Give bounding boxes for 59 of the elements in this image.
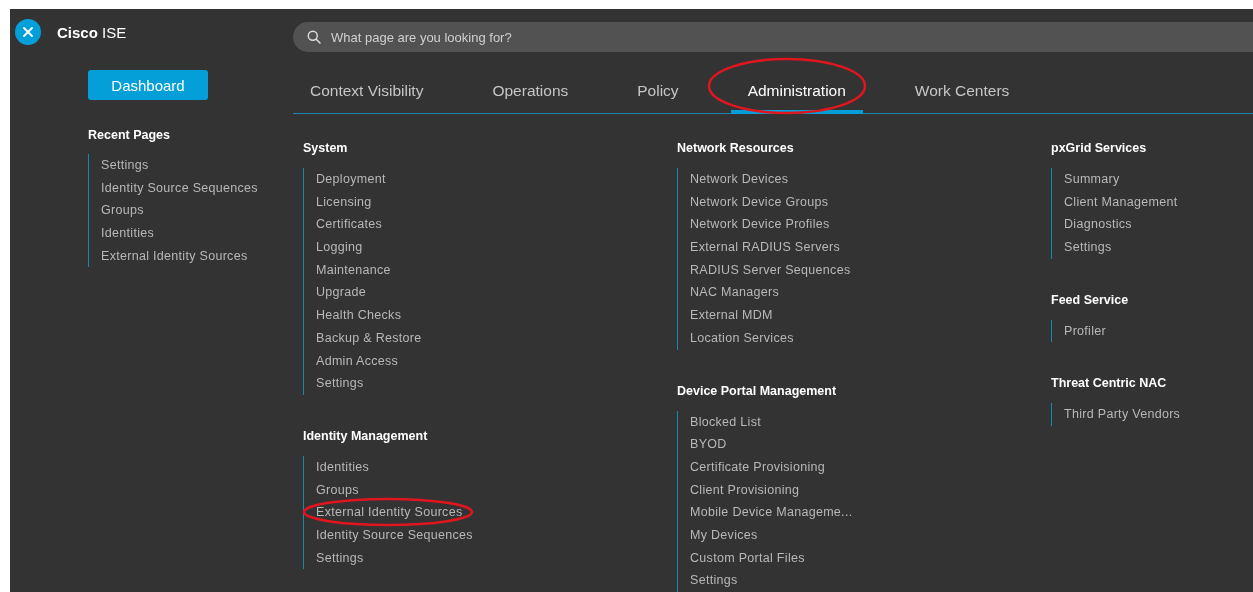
menu-link[interactable]: Settings <box>316 372 364 395</box>
menu-link[interactable]: Certificates <box>316 213 383 237</box>
app-title: Cisco ISE <box>57 23 127 41</box>
close-button[interactable] <box>15 19 41 45</box>
recent-page-link[interactable]: External Identity Sources <box>101 244 248 268</box>
close-icon <box>22 26 34 38</box>
menu-link[interactable]: Upgrade <box>316 281 367 305</box>
menu-link[interactable]: Deployment <box>316 168 386 191</box>
nav-tab[interactable]: Policy <box>620 82 696 114</box>
section-heading: Network Resources <box>677 141 795 156</box>
menu-link[interactable]: Certificate Provisioning <box>690 455 826 479</box>
menu-link[interactable]: Summary <box>1064 168 1120 191</box>
menu-link[interactable]: Third Party Vendors <box>1064 403 1181 427</box>
menu-link[interactable]: Settings <box>316 546 364 570</box>
section-heading: Threat Centric NAC <box>1051 376 1168 392</box>
menu-link[interactable]: NAC Managers <box>690 281 780 305</box>
menu-link[interactable]: Settings <box>1064 236 1112 259</box>
search-field[interactable]: What page are you looking for? <box>293 22 1253 52</box>
menu-link[interactable]: Backup & Restore <box>316 326 422 350</box>
section-heading: Feed Service <box>1051 292 1130 308</box>
menu-link[interactable]: Client Provisioning <box>690 478 800 502</box>
menu-link[interactable]: Location Services <box>690 326 794 350</box>
menu-link[interactable]: Blocked List <box>690 410 761 434</box>
menu-link[interactable]: RADIUS Server Sequences <box>690 258 851 282</box>
menu-link[interactable]: Admin Access <box>316 349 399 373</box>
menu-link[interactable]: BYOD <box>690 433 727 456</box>
menu-link[interactable]: Diagnostics <box>1064 213 1132 237</box>
menu-link[interactable]: Client Management <box>1064 190 1178 214</box>
nav-tab[interactable]: Context Visibility <box>293 82 441 114</box>
recent-page-link[interactable]: Identity Source Sequences <box>101 176 258 200</box>
search-input[interactable]: What page are you looking for? <box>329 28 1253 46</box>
menu-link[interactable]: Network Devices <box>690 168 789 191</box>
menu-link[interactable]: Health Checks <box>316 304 402 327</box>
section-heading: System <box>303 141 349 156</box>
menu-link[interactable]: Profiler <box>1064 319 1106 343</box>
menu-link[interactable]: Identities <box>316 455 370 479</box>
menu-link[interactable]: Maintenance <box>316 258 391 282</box>
menu-link[interactable]: External MDM <box>690 304 773 327</box>
menu-link[interactable]: Licensing <box>316 190 372 214</box>
nav-tab[interactable]: Operations <box>475 82 586 114</box>
menu-link[interactable]: Network Device Groups <box>690 190 829 214</box>
menu-link[interactable]: Groups <box>316 478 359 502</box>
section-heading: Identity Management <box>303 428 429 444</box>
menu-link[interactable]: Mobile Device Manageme... <box>690 501 853 524</box>
recent-page-link[interactable]: Settings <box>101 154 149 177</box>
menu-link[interactable]: Logging <box>316 236 363 259</box>
nav-tab[interactable]: Work Centers <box>897 82 1027 114</box>
menu-link[interactable]: Identity Source Sequences <box>316 523 473 547</box>
recent-page-link[interactable]: Identities <box>101 222 155 245</box>
menu-link[interactable]: Settings <box>690 569 738 592</box>
menu-link[interactable]: Custom Portal Files <box>690 546 805 570</box>
search-icon <box>307 30 321 44</box>
section-heading: Recent Pages <box>88 128 171 142</box>
menu-link[interactable]: Network Device Profiles <box>690 213 830 237</box>
menu-link[interactable]: My Devices <box>690 523 758 547</box>
section-heading: Device Portal Management <box>677 383 838 399</box>
recent-page-link[interactable]: Groups <box>101 199 144 223</box>
section-heading: pxGrid Services <box>1051 141 1148 156</box>
menu-link[interactable]: External RADIUS Servers <box>690 236 840 259</box>
